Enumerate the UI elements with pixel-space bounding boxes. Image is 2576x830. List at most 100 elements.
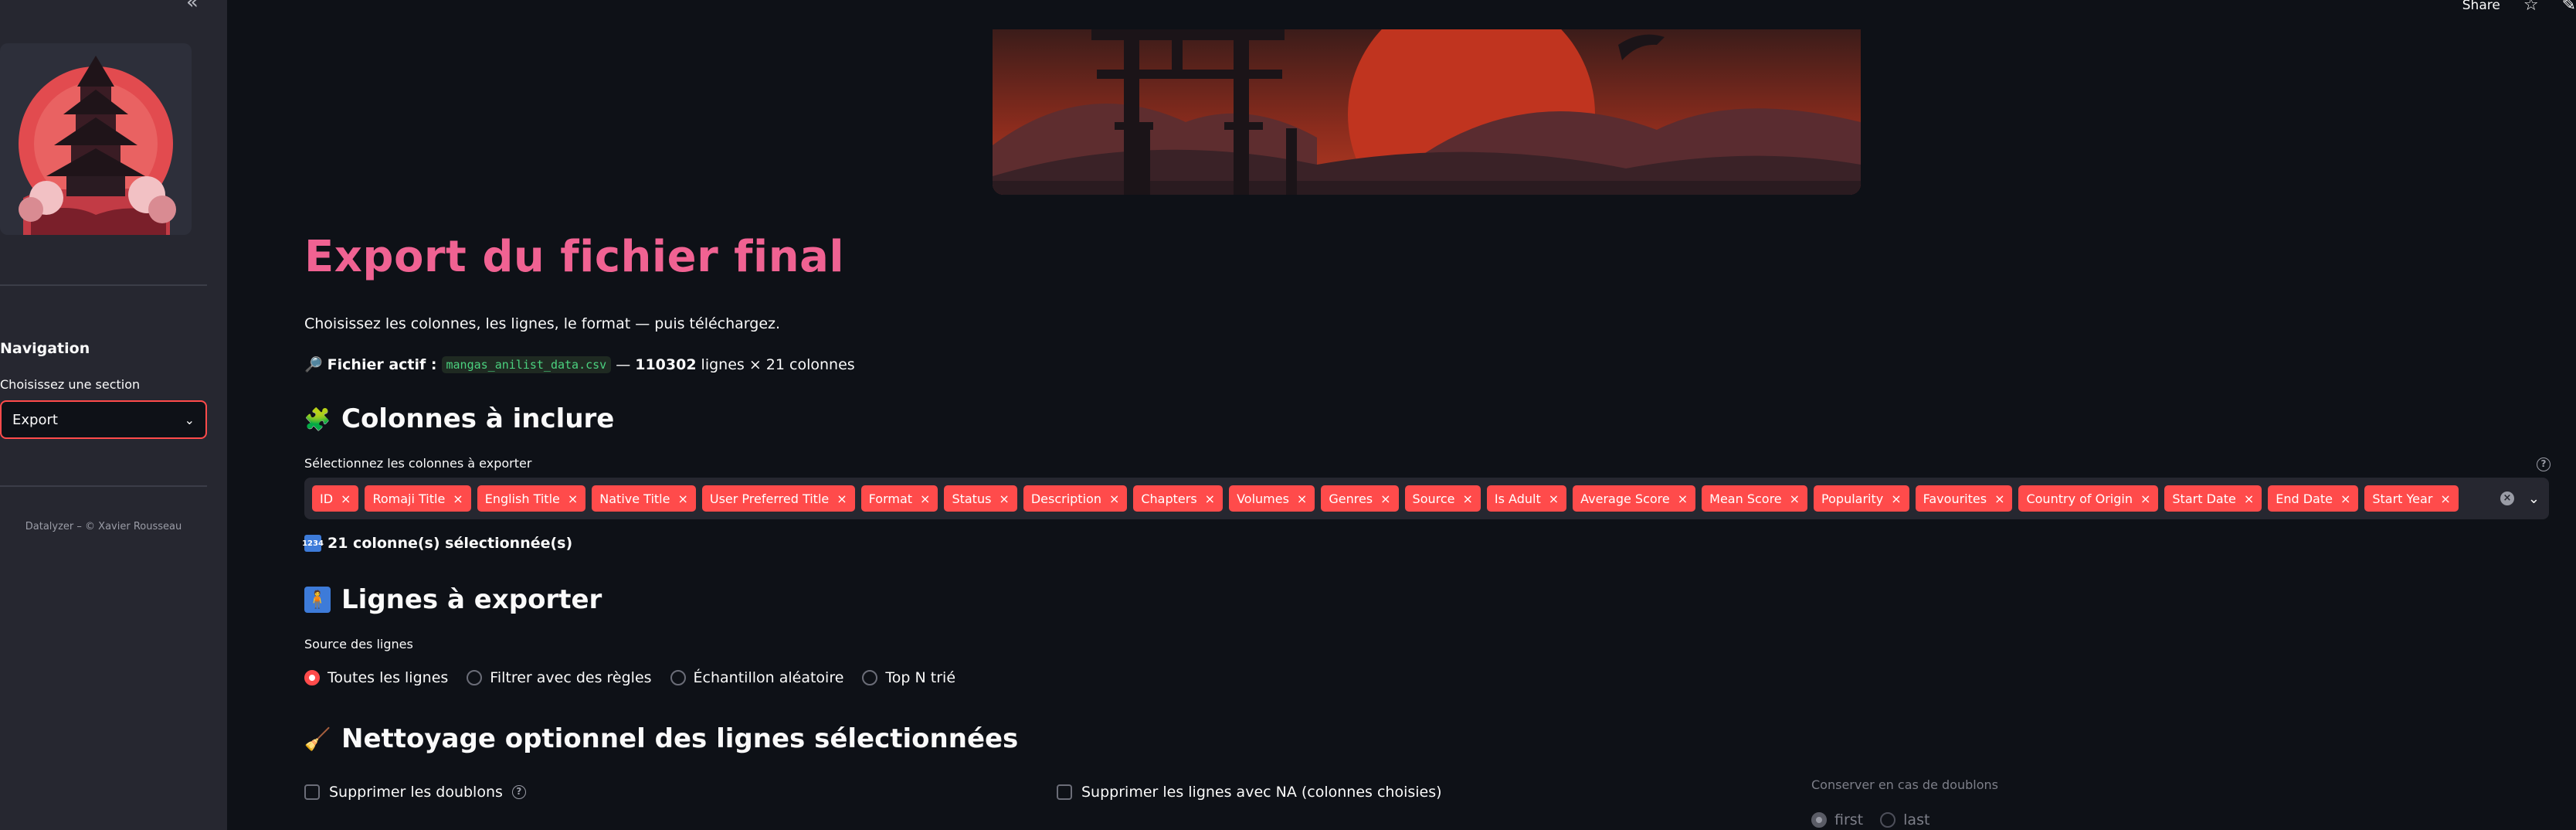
rows-source-option-label: Échantillon aléatoire xyxy=(693,669,844,686)
remove-tag-icon[interactable]: × xyxy=(1549,492,1559,506)
rows-source-option[interactable]: Top N trié xyxy=(862,669,955,686)
remove-tag-icon[interactable]: × xyxy=(453,492,463,506)
remove-tag-icon[interactable]: × xyxy=(2440,492,2450,506)
page-intro: Choisissez les colonnes, les lignes, le … xyxy=(304,315,781,332)
remove-tag-icon[interactable]: × xyxy=(1891,492,1901,506)
radio-dot[interactable] xyxy=(467,670,483,685)
rows-heading: 🧍 Lignes à exporter xyxy=(304,584,602,615)
remove-tag-icon[interactable]: × xyxy=(1790,492,1800,506)
active-file-name: mangas_anilist_data.csv xyxy=(441,355,612,373)
remove-tag-icon[interactable]: × xyxy=(1297,492,1307,506)
remove-tag-icon[interactable]: × xyxy=(1462,492,1472,506)
remove-tag-icon[interactable]: × xyxy=(999,492,1009,506)
share-button[interactable]: Share xyxy=(2462,0,2500,13)
rows-source-option[interactable]: Toutes les lignes xyxy=(304,669,448,686)
cleaning-heading-text: Nettoyage optionnel des lignes sélection… xyxy=(341,723,1019,754)
active-file-label: Fichier actif : xyxy=(327,355,437,373)
columns-multiselect[interactable]: ID × Romaji Title × English Title × Native Tit… xyxy=(304,478,2549,519)
columns-heading: 🧩 Colonnes à inclure xyxy=(304,403,615,434)
remove-tag-icon[interactable]: × xyxy=(2140,492,2150,506)
remove-tag-icon[interactable]: × xyxy=(1994,492,2004,506)
column-tag-label: Description xyxy=(1030,491,1101,506)
column-tag: ID × xyxy=(312,485,359,512)
column-tag-label: Chapters xyxy=(1141,491,1197,506)
header-banner-image xyxy=(993,29,1861,195)
remove-tag-icon[interactable]: × xyxy=(1380,492,1390,506)
help-icon[interactable]: ? xyxy=(2537,458,2551,471)
column-tag: Popularity × xyxy=(1814,485,1909,512)
remove-tag-icon[interactable]: × xyxy=(1205,492,1215,506)
top-toolbar: Share ☆ ✎ xyxy=(2462,0,2576,15)
column-tag-label: Favourites xyxy=(1923,491,1987,506)
column-tag: End Date × xyxy=(2268,485,2359,512)
column-tag: Chapters × xyxy=(1133,485,1224,512)
remove-duplicates-checkbox[interactable]: Supprimer les doublons ? xyxy=(304,784,526,801)
rows-suffix: lignes × 21 colonnes xyxy=(701,355,855,373)
remove-tag-icon[interactable]: × xyxy=(920,492,930,506)
remove-tag-icon[interactable]: × xyxy=(341,492,351,506)
radio-dot[interactable] xyxy=(862,670,878,685)
remove-na-label: Supprimer les lignes avec NA (colonnes c… xyxy=(1081,784,1442,801)
column-tag-label: Average Score xyxy=(1580,491,1670,506)
column-tag: Volumes × xyxy=(1229,485,1315,512)
radio-dot[interactable] xyxy=(1811,812,1827,828)
radio-dot[interactable] xyxy=(304,670,320,685)
star-icon[interactable]: ☆ xyxy=(2523,0,2539,15)
cleaning-heading: 🧹 Nettoyage optionnel des lignes sélecti… xyxy=(304,723,1019,754)
column-tag-label: Mean Score xyxy=(1709,491,1782,506)
column-tag: Country of Origin × xyxy=(2018,485,2159,512)
edit-icon[interactable]: ✎ xyxy=(2562,0,2576,15)
rows-source-option-label: Filtrer avec des règles xyxy=(490,669,652,686)
checkbox[interactable] xyxy=(1057,784,1072,800)
section-select[interactable]: Export ⌄ xyxy=(0,400,207,439)
column-tag-label: English Title xyxy=(484,491,560,506)
keep-option-label: last xyxy=(1903,811,1930,828)
clear-icon[interactable]: × xyxy=(2500,492,2514,505)
sidebar-divider xyxy=(0,485,207,487)
remove-tag-icon[interactable]: × xyxy=(1678,492,1688,506)
remove-tag-icon[interactable]: × xyxy=(1109,492,1119,506)
page-title: Export du fichier final xyxy=(304,232,845,282)
remove-tag-icon[interactable]: × xyxy=(2244,492,2254,506)
broom-icon: 🧹 xyxy=(304,726,331,752)
remove-tag-icon[interactable]: × xyxy=(2340,492,2350,506)
sidebar: « Navigation Choisissez une section Expo… xyxy=(0,0,227,830)
pagoda-logo-image xyxy=(0,43,192,235)
magnifier-icon: 🔎 xyxy=(304,356,323,373)
rows-count: 110302 xyxy=(635,355,697,373)
collapse-sidebar-icon[interactable]: « xyxy=(182,0,202,12)
rows-source-radio-group: Toutes les lignes Filtrer avec des règles… xyxy=(304,669,955,686)
keep-duplicates-radio-group: first last xyxy=(1811,811,1929,828)
person-icon: 🧍 xyxy=(304,587,331,613)
column-tag-label: ID xyxy=(320,491,334,506)
remove-na-checkbox[interactable]: Supprimer les lignes avec NA (colonnes c… xyxy=(1057,784,1442,801)
column-tag: Format × xyxy=(860,485,938,512)
remove-tag-icon[interactable]: × xyxy=(837,492,847,506)
keep-option[interactable]: last xyxy=(1880,811,1929,828)
checkbox[interactable] xyxy=(304,784,320,800)
rows-heading-text: Lignes à exporter xyxy=(341,584,602,615)
numbers-badge-icon: 1234 xyxy=(302,535,324,552)
section-select-label: Choisissez une section xyxy=(0,377,141,392)
sidebar-divider xyxy=(0,284,207,286)
columns-select-label: Sélectionnez les colonnes à exporter xyxy=(304,456,532,471)
remove-tag-icon[interactable]: × xyxy=(568,492,578,506)
chevron-down-icon: ⌄ xyxy=(184,412,195,427)
column-tag-label: Native Title xyxy=(599,491,670,506)
column-tag-label: End Date xyxy=(2276,491,2333,506)
rows-source-option[interactable]: Échantillon aléatoire xyxy=(670,669,844,686)
radio-dot[interactable] xyxy=(670,670,686,685)
column-tag-label: Country of Origin xyxy=(2026,491,2133,506)
chevron-down-icon[interactable]: ⌄ xyxy=(2528,491,2540,507)
app-logo xyxy=(0,43,192,235)
column-tag: English Title × xyxy=(477,485,586,512)
rows-source-option[interactable]: Filtrer avec des règles xyxy=(467,669,652,686)
radio-dot[interactable] xyxy=(1880,812,1896,828)
keep-option[interactable]: first xyxy=(1811,811,1863,828)
remove-duplicates-label: Supprimer les doublons xyxy=(329,784,503,801)
help-icon[interactable]: ? xyxy=(511,785,526,799)
column-tag: User Preferred Title × xyxy=(701,485,855,512)
multiselect-controls: × ⌄ xyxy=(2500,478,2540,519)
keep-duplicates-label: Conserver en cas de doublons xyxy=(1811,777,1998,792)
remove-tag-icon[interactable]: × xyxy=(677,492,687,506)
